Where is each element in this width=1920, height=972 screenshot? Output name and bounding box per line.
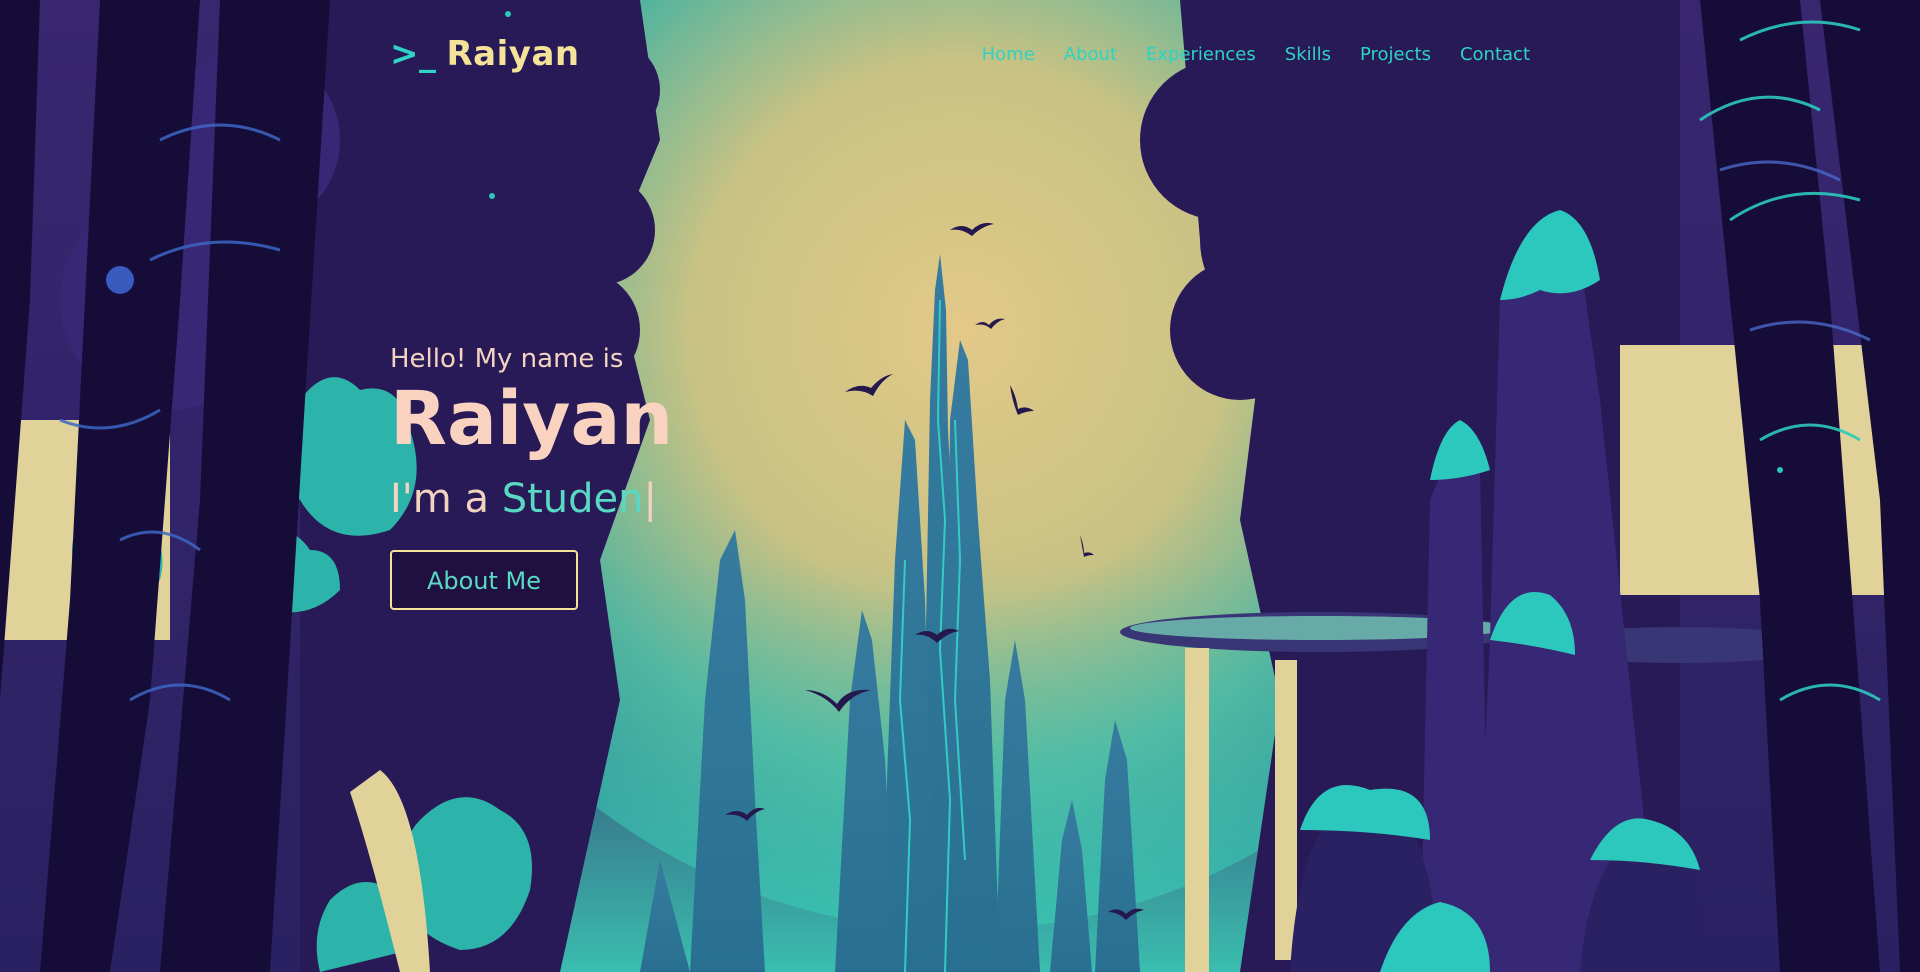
terminal-prompt-icon: >_	[390, 34, 437, 74]
nav-link-experiences[interactable]: Experiences	[1146, 44, 1256, 65]
hero-background-illustration	[0, 0, 1920, 972]
top-navbar: >_ Raiyan Home About Experiences Skills P…	[0, 0, 1920, 110]
nav-link-contact[interactable]: Contact	[1460, 44, 1530, 65]
nav-menu: Home About Experiences Skills Projects C…	[982, 44, 1530, 65]
logo-name: Raiyan	[446, 34, 580, 74]
hero-greeting: Hello! My name is	[390, 344, 624, 374]
nav-link-home[interactable]: Home	[982, 44, 1035, 65]
role-typed-text: Studen	[501, 476, 644, 522]
nav-link-about[interactable]: About	[1064, 44, 1117, 65]
site-logo[interactable]: >_ Raiyan	[390, 34, 580, 74]
nav-link-skills[interactable]: Skills	[1285, 44, 1331, 65]
about-me-button[interactable]: About Me	[390, 550, 578, 610]
hero-role-line: I'm a Studen|	[390, 476, 890, 522]
typing-cursor: |	[643, 476, 657, 522]
role-prefix: I'm a	[390, 476, 502, 522]
hero-section: Hello! My name is Raiyan I'm a Studen| A…	[390, 344, 890, 610]
nav-link-projects[interactable]: Projects	[1360, 44, 1431, 65]
hero-name: Raiyan	[390, 376, 674, 462]
